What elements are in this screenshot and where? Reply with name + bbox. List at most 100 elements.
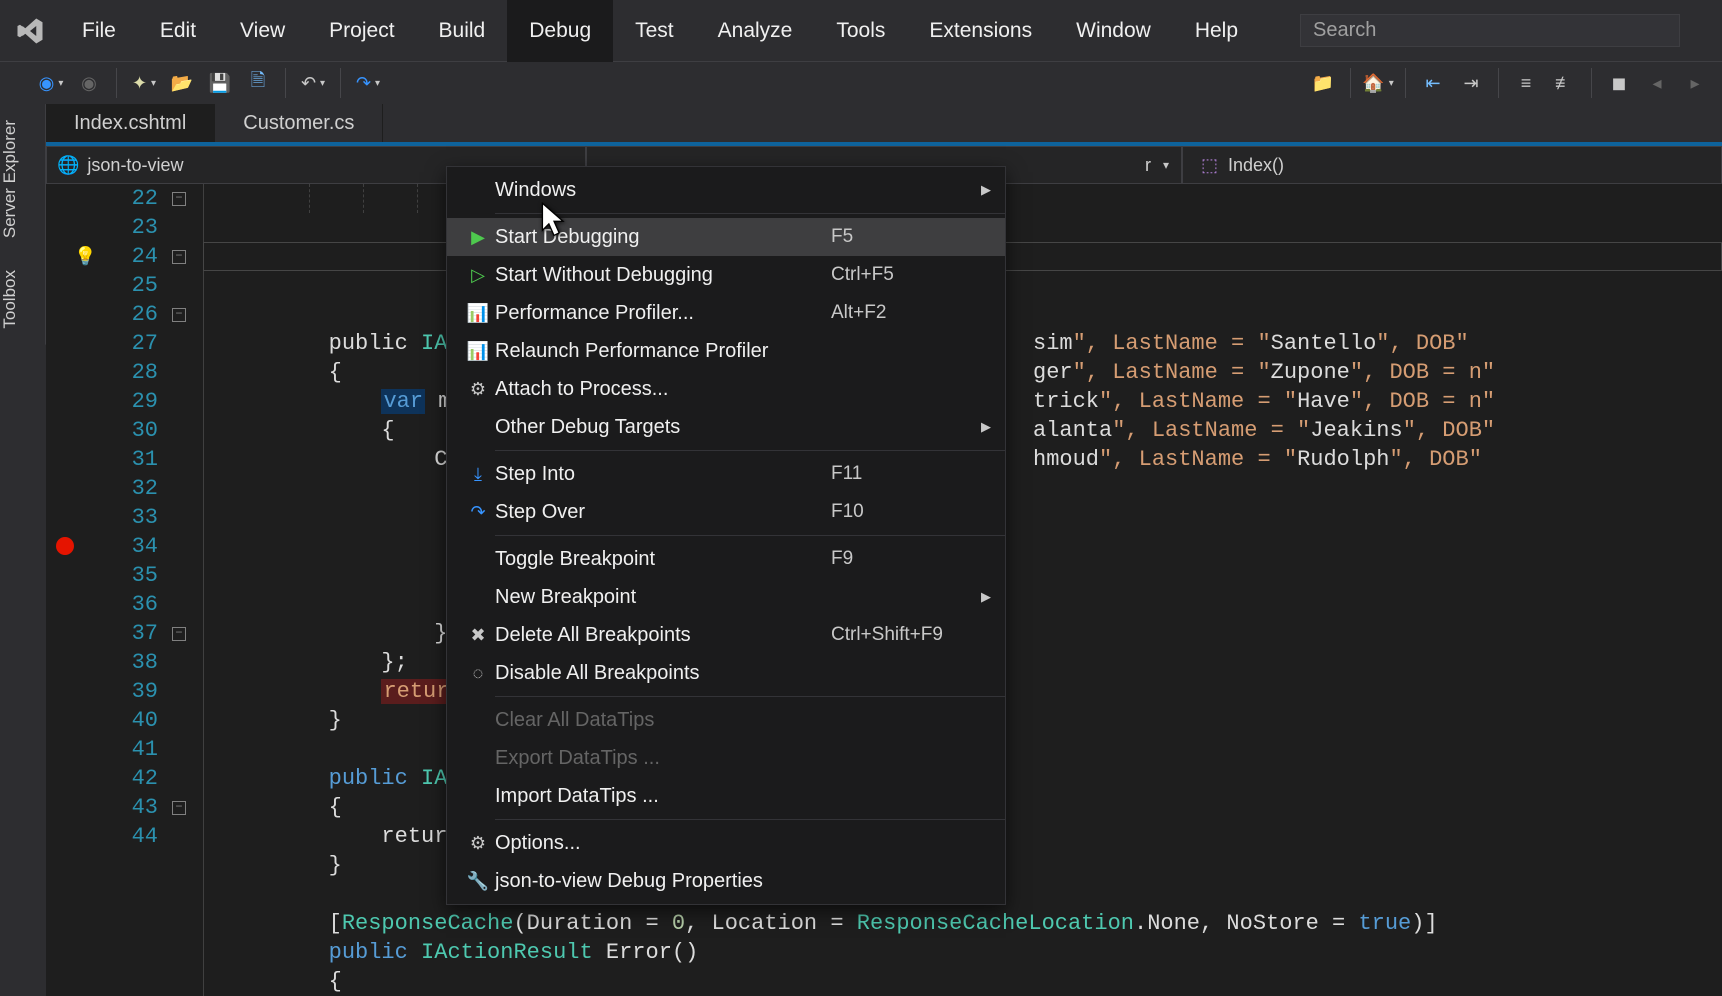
- indent-in-button[interactable]: ⇥: [1454, 66, 1488, 100]
- file-tab[interactable]: Index.cshtml: [46, 104, 215, 142]
- breakpoint-icon[interactable]: [56, 537, 74, 555]
- debug-menu-item[interactable]: 📊Performance Profiler...Alt+F2: [447, 294, 1005, 332]
- menu-item-file[interactable]: File: [60, 0, 138, 62]
- menu-item-test[interactable]: Test: [613, 0, 696, 62]
- debug-menu-item[interactable]: 🔧json-to-view Debug Properties: [447, 862, 1005, 900]
- globe-icon: 🌐: [57, 155, 79, 176]
- code-line[interactable]: public IActionResult Error(): [223, 938, 1722, 967]
- debug-menu-item[interactable]: 📊Relaunch Performance Profiler: [447, 332, 1005, 370]
- menu-item-label: New Breakpoint: [495, 586, 831, 609]
- step-into-icon: ⤓: [461, 464, 495, 485]
- save-button[interactable]: 💾: [203, 66, 237, 100]
- debug-menu-item[interactable]: Toggle BreakpointF9: [447, 540, 1005, 578]
- menu-item-edit[interactable]: Edit: [138, 0, 218, 62]
- debug-menu-item[interactable]: ↷Step OverF10: [447, 493, 1005, 531]
- debug-menu-item[interactable]: New Breakpoint ▶: [447, 578, 1005, 616]
- cube-icon: ⬚: [1201, 155, 1218, 176]
- save-all-button[interactable]: 🗎: [241, 66, 275, 100]
- code-line-right[interactable]: trick", LastName = "Have", DOB = n": [1033, 387, 1495, 416]
- bookmark-icon[interactable]: ◼: [1602, 66, 1636, 100]
- menu-item-label: Delete All Breakpoints: [495, 624, 831, 647]
- menu-item-label: Clear All DataTips: [495, 709, 831, 732]
- menu-item-tools[interactable]: Tools: [814, 0, 907, 62]
- vs-logo-icon: [0, 16, 60, 46]
- fold-toggle[interactable]: −: [172, 627, 186, 641]
- menu-item-shortcut: F5: [831, 226, 971, 248]
- menubar: FileEditViewProjectBuildDebugTestAnalyze…: [0, 0, 1722, 62]
- code-line-right[interactable]: ger", LastName = "Zupone", DOB = n": [1033, 358, 1495, 387]
- chevron-down-icon: ▾: [1163, 158, 1169, 172]
- step-over-icon: ↷: [461, 502, 495, 523]
- gear-icon: ⚙: [461, 379, 495, 400]
- method-dropdown[interactable]: ⬚ Index(): [1182, 146, 1722, 184]
- code-line[interactable]: {: [223, 967, 1722, 996]
- debug-menu-item[interactable]: Windows▶: [447, 171, 1005, 209]
- code-line-right[interactable]: alanta", LastName = "Jeakins", DOB": [1033, 416, 1495, 445]
- submenu-arrow-icon: ▶: [971, 589, 991, 605]
- menu-item-label: Other Debug Targets: [495, 416, 831, 439]
- code-line-right[interactable]: sim", LastName = "Santello", DOB": [1033, 329, 1469, 358]
- menu-item-label: Step Into: [495, 463, 831, 486]
- menu-item-shortcut: Alt+F2: [831, 302, 971, 324]
- fold-toggle[interactable]: −: [172, 192, 186, 206]
- code-line[interactable]: [ResponseCache(Duration = 0, Location = …: [223, 909, 1722, 938]
- debug-menu-item[interactable]: ⚙Attach to Process...: [447, 370, 1005, 408]
- menu-item-view[interactable]: View: [218, 0, 307, 62]
- debug-menu-item: Export DataTips ...: [447, 739, 1005, 777]
- submenu-arrow-icon: ▶: [971, 419, 991, 435]
- menu-item-analyze[interactable]: Analyze: [696, 0, 815, 62]
- indent-out-button[interactable]: ⇤: [1416, 66, 1450, 100]
- menu-item-help[interactable]: Help: [1173, 0, 1260, 62]
- menu-item-label: Export DataTips ...: [495, 747, 831, 770]
- open-button[interactable]: 📂: [165, 66, 199, 100]
- menu-item-label: Toggle Breakpoint: [495, 548, 831, 571]
- menu-item-shortcut: Ctrl+Shift+F9: [831, 624, 971, 646]
- menu-item-project[interactable]: Project: [307, 0, 416, 62]
- menu-item-window[interactable]: Window: [1054, 0, 1173, 62]
- menu-item-debug[interactable]: Debug: [507, 0, 613, 62]
- search-input[interactable]: [1300, 14, 1680, 47]
- uncomment-button[interactable]: ≢: [1547, 66, 1581, 100]
- nav-back-button[interactable]: ◉: [34, 66, 68, 100]
- side-tab-strip: Server ExplorerToolbox: [0, 104, 46, 996]
- fold-toggle[interactable]: −: [172, 250, 186, 264]
- file-tab[interactable]: Customer.cs: [215, 104, 383, 142]
- side-tab-server-explorer[interactable]: Server Explorer: [0, 104, 46, 254]
- menu-item-label: json-to-view Debug Properties: [495, 870, 831, 893]
- nav-forward-button[interactable]: ◉: [72, 66, 106, 100]
- menu-separator: [495, 213, 1005, 214]
- bookmark-prev-button[interactable]: ◂: [1640, 66, 1674, 100]
- fold-toggle[interactable]: −: [172, 801, 186, 815]
- fold-toggle[interactable]: −: [172, 308, 186, 322]
- undo-button[interactable]: ↶: [296, 66, 330, 100]
- debug-menu-item[interactable]: ▷Start Without DebuggingCtrl+F5: [447, 256, 1005, 294]
- new-item-button[interactable]: ✦: [127, 66, 161, 100]
- method-picker-label: Index(): [1228, 155, 1284, 176]
- debug-menu-item[interactable]: ✖Delete All BreakpointsCtrl+Shift+F9: [447, 616, 1005, 654]
- search-box: [1300, 14, 1722, 47]
- debug-menu-item[interactable]: ⚙Options...: [447, 824, 1005, 862]
- debug-menu-item[interactable]: Import DataTips ...: [447, 777, 1005, 815]
- menu-item-shortcut: F9: [831, 548, 971, 570]
- menu-item-shortcut: F10: [831, 501, 971, 523]
- code-line-right[interactable]: hmoud", LastName = "Rudolph", DOB": [1033, 445, 1482, 474]
- play-outline-icon: ▷: [461, 265, 495, 286]
- redo-button[interactable]: ↷: [351, 66, 385, 100]
- debug-menu-item[interactable]: Other Debug Targets ▶: [447, 408, 1005, 446]
- comment-button[interactable]: ≡: [1509, 66, 1543, 100]
- menu-item-build[interactable]: Build: [417, 0, 508, 62]
- debug-menu-item[interactable]: ◌Disable All Breakpoints: [447, 654, 1005, 692]
- menu-item-label: Options...: [495, 832, 831, 855]
- debug-menu-item[interactable]: ▶Start DebuggingF5: [447, 218, 1005, 256]
- bookmark-next-button[interactable]: ▸: [1678, 66, 1712, 100]
- side-tab-toolbox[interactable]: Toolbox: [0, 254, 46, 345]
- lightbulb-icon[interactable]: 💡: [74, 244, 96, 273]
- debug-menu-item: Clear All DataTips: [447, 701, 1005, 739]
- debug-menu-item[interactable]: ⤓Step IntoF11: [447, 455, 1005, 493]
- menu-item-label: Attach to Process...: [495, 378, 831, 401]
- browser-button[interactable]: 🏠: [1361, 66, 1395, 100]
- folder-button[interactable]: 📁: [1306, 66, 1340, 100]
- profiler-icon: 📊: [461, 303, 495, 324]
- disable-breakpoints-icon: ◌: [461, 663, 495, 684]
- menu-item-extensions[interactable]: Extensions: [907, 0, 1054, 62]
